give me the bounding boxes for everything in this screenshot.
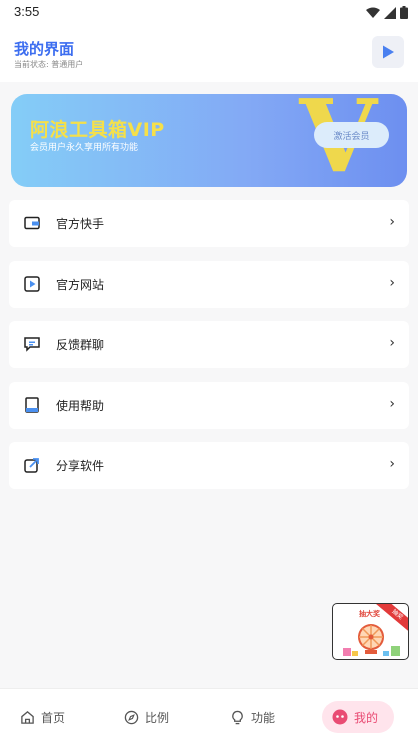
vip-banner[interactable]: V 阿浪工具箱VIP 会员用户永久享用所有功能 激活会员 [11, 94, 407, 187]
tab-label: 我的 [354, 710, 379, 725]
book-icon [25, 397, 39, 413]
status-icons [366, 6, 408, 19]
tab-features[interactable]: 功能 [230, 701, 275, 733]
share-icon [24, 458, 39, 473]
menu-item-label: 官方网站 [56, 278, 105, 292]
chat-icon [24, 337, 40, 352]
vip-subtitle: 会员用户永久享用所有功能 [30, 143, 139, 153]
chevron-right-icon: › [389, 335, 395, 351]
compass-icon [124, 710, 139, 724]
user-icon [332, 709, 348, 725]
menu-item-website[interactable]: 官方网站 › [9, 261, 409, 308]
battery-icon [400, 6, 408, 19]
play-icon [383, 45, 394, 59]
menu-item-label: 分享软件 [56, 459, 105, 473]
bottom-tab-bar: 首页 比例 功能 我的 [0, 688, 418, 744]
page-title: 我的界面 [14, 40, 75, 58]
status-bar: 3:55 [0, 0, 418, 26]
menu-item-label: 使用帮助 [56, 399, 105, 413]
menu-item-label: 官方快手 [56, 217, 105, 231]
chevron-right-icon: › [389, 396, 395, 412]
play-button[interactable] [372, 36, 404, 68]
chevron-right-icon: › [389, 275, 395, 291]
user-status: 当前状态: 普通用户 [14, 60, 84, 69]
play-square-icon [24, 276, 40, 292]
menu-item-help[interactable]: 使用帮助 › [9, 382, 409, 429]
tab-label: 比例 [145, 710, 170, 725]
chevron-right-icon: › [389, 456, 395, 472]
signal-icon [384, 6, 396, 19]
bulb-icon [232, 710, 243, 724]
prize-wheel-icon [343, 624, 400, 656]
lucky-draw-widget[interactable]: 抽奖 抽大奖 [332, 603, 409, 660]
wifi-icon [366, 7, 380, 18]
header: 我的界面 当前状态: 普通用户 [0, 26, 418, 82]
activate-membership-button[interactable]: 激活会员 [314, 122, 389, 148]
menu-item-share[interactable]: 分享软件 › [9, 442, 409, 489]
tab-label: 功能 [251, 710, 276, 725]
menu-item-feedback-group[interactable]: 反馈群聊 › [9, 321, 409, 368]
tab-home[interactable]: 首页 [20, 701, 65, 733]
status-time: 3:55 [14, 4, 40, 19]
home-icon [21, 710, 34, 724]
tab-ratio[interactable]: 比例 [124, 701, 169, 733]
vip-title: 阿浪工具箱VIP [30, 119, 165, 141]
menu-item-kuaishou[interactable]: 官方快手 › [9, 200, 409, 247]
menu-item-label: 反馈群聊 [56, 338, 105, 352]
tab-label: 首页 [41, 710, 66, 725]
tab-mine[interactable]: 我的 [322, 701, 395, 733]
chevron-right-icon: › [389, 214, 395, 230]
wallet-icon [24, 216, 40, 230]
